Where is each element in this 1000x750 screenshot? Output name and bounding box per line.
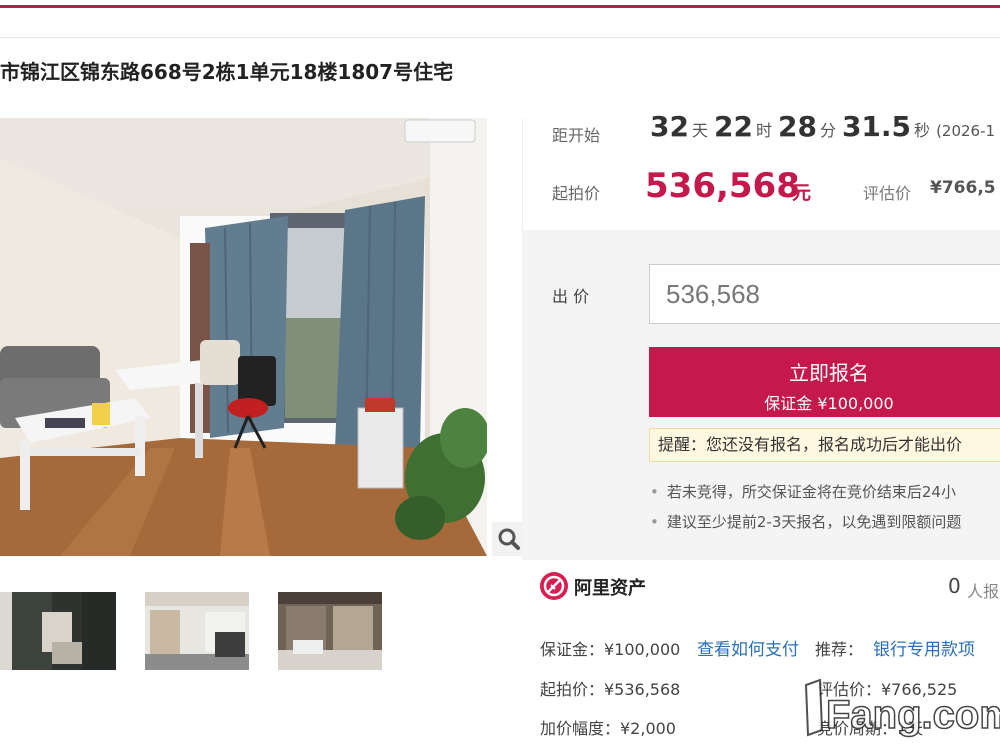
how-to-pay-link[interactable]: 查看如何支付	[697, 635, 799, 660]
countdown-hours: 22	[713, 110, 753, 143]
evaluation-value: ¥766,5	[930, 178, 996, 198]
signup-count-label: 人报	[967, 582, 1000, 601]
auction-page: 市锦江区锦东路668号2栋1单元18楼1807号住宅 距开始 32 天 22 时…	[0, 0, 1000, 750]
bank-payment-link[interactable]: 银行专用款项	[873, 635, 975, 660]
thumbnail-partial[interactable]	[0, 592, 12, 670]
countdown-seconds: 31.5	[841, 110, 912, 143]
property-title: 市锦江区锦东路668号2栋1单元18楼1807号住宅	[0, 60, 454, 84]
countdown-minutes-unit: 分	[819, 121, 836, 140]
watermark-text: Fang.com	[826, 693, 1000, 737]
platform-name: 阿里资产	[574, 578, 646, 599]
thumbnail-bedroom[interactable]	[12, 592, 116, 670]
countdown-days: 32	[650, 110, 689, 143]
bullet-dot-icon: •	[650, 513, 659, 531]
countdown-days-unit: 天	[691, 121, 708, 140]
recommend-label: 推荐：	[815, 640, 864, 659]
note-item: • 若未竞得，所交保证金将在竞价结束后24小	[650, 481, 956, 502]
thumbnail-bathroom[interactable]	[278, 592, 382, 670]
reminder-notice: 提醒：您还没有报名，报名成功后才能出价	[649, 428, 1000, 462]
evaluation-label: 评估价	[863, 184, 912, 203]
bid-input[interactable]: 536,568	[649, 264, 1000, 324]
auction-start-time: (2026-1	[936, 122, 996, 140]
increment-detail: 加价幅度：¥2,000	[540, 719, 676, 738]
bullet-dot-icon: •	[650, 483, 659, 501]
main-property-photo[interactable]	[0, 118, 487, 556]
zoom-button[interactable]	[492, 522, 526, 556]
bid-label: 出 价	[552, 287, 590, 306]
ali-assets-logo-icon	[540, 572, 568, 600]
countdown-hours-unit: 时	[755, 121, 772, 140]
note-item: • 建议至少提前2-3天报名，以免遇到限额问题	[650, 511, 961, 532]
deposit-detail: 保证金：¥100,000	[540, 640, 681, 659]
fang-watermark: Fang.com	[796, 670, 1000, 750]
start-price-label: 起拍价	[552, 184, 601, 203]
signup-button[interactable]: 立即报名 保证金 ¥100,000	[649, 347, 1000, 417]
header-divider	[0, 37, 1000, 38]
countdown-seconds-unit: 秒	[914, 121, 931, 140]
top-accent-line	[0, 5, 1000, 8]
start-price-unit: 元	[792, 182, 812, 204]
signup-button-label: 立即报名	[789, 361, 869, 385]
countdown-minutes: 28	[777, 110, 817, 143]
signup-deposit-label: 保证金 ¥100,000	[764, 394, 894, 413]
start-price-detail: 起拍价：¥536,568	[540, 680, 681, 699]
signup-count: 0	[948, 574, 961, 598]
countdown-label: 距开始	[552, 126, 601, 145]
note-text: 若未竞得，所交保证金将在竞价结束后24小	[666, 483, 956, 501]
countdown: 32 天 22 时 28 分 31.5 秒 (2026-1	[650, 110, 995, 143]
magnifier-icon	[498, 528, 520, 550]
note-text: 建议至少提前2-3天报名，以免遇到限额问题	[666, 513, 962, 531]
thumbnail-kitchen[interactable]	[145, 592, 249, 670]
start-price-value: 536,568	[645, 166, 800, 206]
